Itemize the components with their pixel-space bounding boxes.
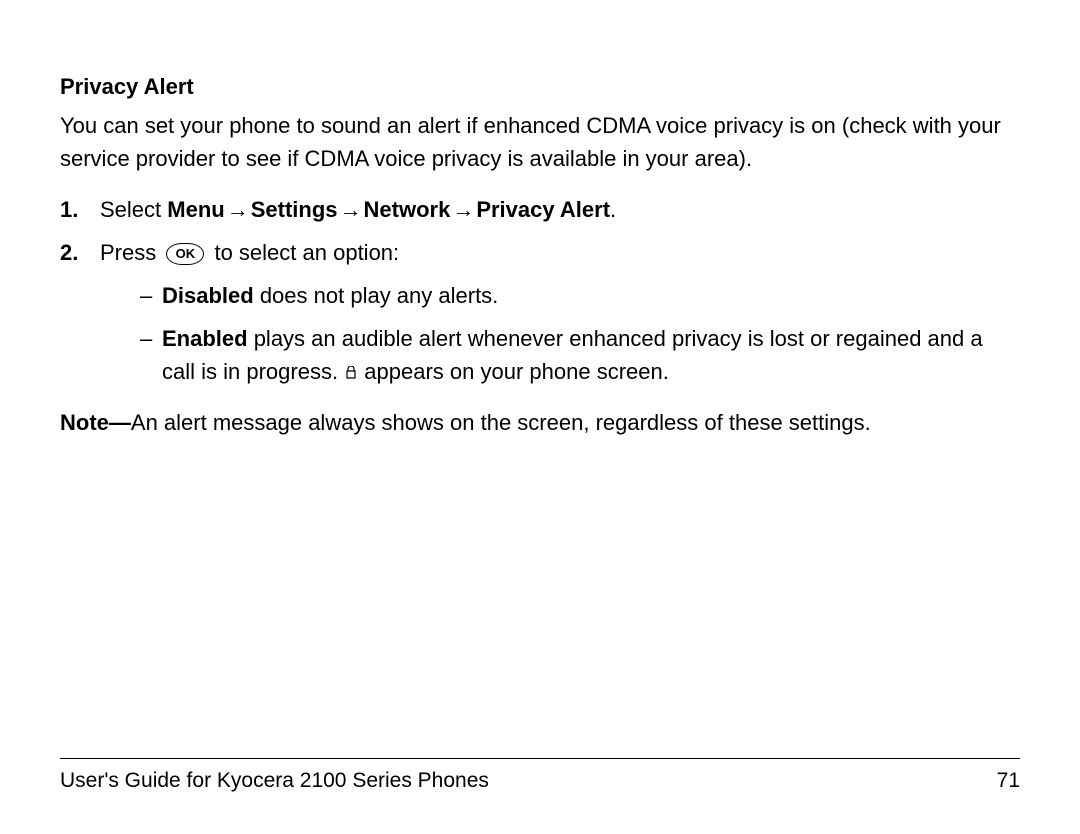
arrow-icon: →: [450, 197, 476, 222]
option-desc-b: appears on your phone screen.: [358, 359, 669, 384]
arrow-icon: →: [225, 197, 251, 222]
intro-paragraph: You can set your phone to sound an alert…: [60, 109, 1020, 175]
options-list: – Disabled does not play any alerts. – E…: [100, 279, 1020, 388]
page-number: 71: [997, 765, 1020, 797]
page-content: Privacy Alert You can set your phone to …: [60, 70, 1020, 439]
page-footer: User's Guide for Kyocera 2100 Series Pho…: [60, 758, 1020, 797]
steps-list: 1. Select Menu→Settings→Network→Privacy …: [60, 193, 1020, 388]
period: .: [610, 197, 616, 222]
dash: –: [140, 279, 152, 312]
footer-title: User's Guide for Kyocera 2100 Series Pho…: [60, 765, 489, 797]
note-paragraph: Note—An alert message always shows on th…: [60, 406, 1020, 439]
step-number: 2.: [60, 236, 78, 269]
menu-path-menu: Menu: [167, 197, 224, 222]
ok-button-icon: OK: [166, 243, 204, 265]
step-text: Select: [100, 197, 167, 222]
step-number: 1.: [60, 193, 78, 226]
step-2: 2. Press OK to select an option: – Disab…: [88, 236, 1020, 388]
note-text: An alert message always shows on the scr…: [131, 410, 871, 435]
option-enabled: – Enabled plays an audible alert wheneve…: [140, 322, 1020, 388]
lock-icon: [346, 365, 356, 385]
footer-rule: [60, 758, 1020, 759]
dash: –: [140, 322, 152, 355]
option-label-disabled: Disabled: [162, 283, 254, 308]
menu-path-network: Network: [364, 197, 451, 222]
arrow-icon: →: [338, 197, 364, 222]
step-1: 1. Select Menu→Settings→Network→Privacy …: [88, 193, 1020, 226]
menu-path-privacy-alert: Privacy Alert: [476, 197, 610, 222]
step-text-pre: Press: [100, 240, 162, 265]
option-disabled: – Disabled does not play any alerts.: [140, 279, 1020, 312]
note-label: Note—: [60, 410, 131, 435]
section-heading: Privacy Alert: [60, 70, 1020, 103]
option-desc: does not play any alerts.: [254, 283, 499, 308]
menu-path-settings: Settings: [251, 197, 338, 222]
option-label-enabled: Enabled: [162, 326, 248, 351]
step-text-post: to select an option:: [208, 240, 399, 265]
